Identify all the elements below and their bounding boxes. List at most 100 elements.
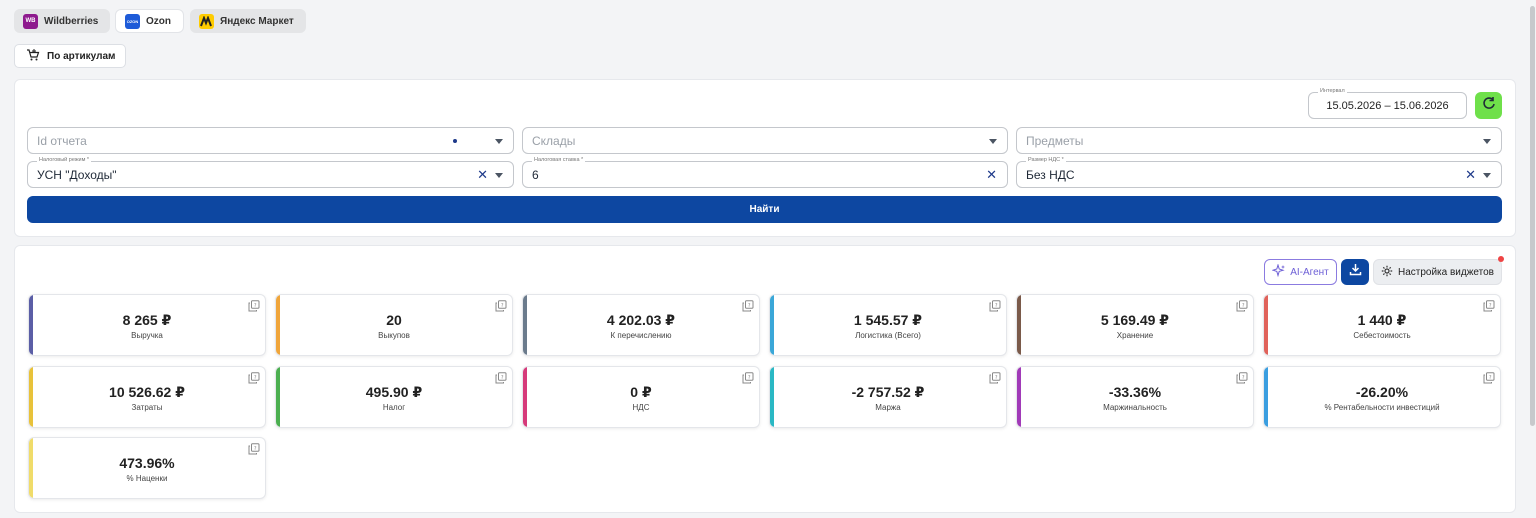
metric-label: Маржинальность bbox=[1103, 403, 1167, 412]
metric-value: 495.90 ₽ bbox=[365, 384, 423, 400]
svg-text:?: ? bbox=[501, 375, 504, 381]
loading-dot bbox=[453, 139, 457, 143]
report-id-placeholder: Id отчета bbox=[37, 133, 87, 148]
metric-tile-roi: -26.20% % Рентабельности инвестиций? bbox=[1263, 366, 1501, 428]
subjects-placeholder: Предметы bbox=[1026, 133, 1084, 148]
metric-value: 5 169.49 ₽ bbox=[1100, 312, 1170, 328]
metric-value: -26.20% bbox=[1355, 384, 1409, 400]
refresh-icon bbox=[1482, 96, 1496, 115]
copy-icon[interactable]: ? bbox=[248, 299, 260, 312]
chevron-down-icon[interactable] bbox=[1483, 139, 1491, 144]
refresh-button[interactable] bbox=[1475, 92, 1502, 119]
chevron-down-icon[interactable] bbox=[495, 139, 503, 144]
warehouses-placeholder: Склады bbox=[532, 133, 576, 148]
tax-rate-input[interactable]: Налоговая ставка * 6 ✕ bbox=[522, 157, 1008, 188]
articles-button[interactable]: По артикулам bbox=[14, 44, 126, 68]
ai-agent-button[interactable]: AI-Агент bbox=[1264, 259, 1337, 285]
interval-value: 15.05.2026 – 15.06.2026 bbox=[1326, 99, 1449, 112]
vat-size-value: Без НДС bbox=[1026, 167, 1075, 182]
copy-icon[interactable]: ? bbox=[989, 371, 1001, 384]
copy-icon[interactable]: ? bbox=[742, 371, 754, 384]
warehouses-select[interactable]: Склады bbox=[522, 127, 1008, 154]
tab-yandex-market[interactable]: Яндекс Маркет bbox=[190, 9, 306, 33]
svg-text:?: ? bbox=[748, 375, 751, 381]
chevron-down-icon[interactable] bbox=[495, 173, 503, 178]
metric-tile-cost-price: 1 440 ₽ Себестоимость? bbox=[1263, 294, 1501, 356]
copy-icon[interactable]: ? bbox=[1236, 371, 1248, 384]
metric-label: Себестоимость bbox=[1353, 331, 1411, 340]
metric-label: % Наценки bbox=[126, 474, 168, 483]
tab-wildberries[interactable]: WB Wildberries bbox=[14, 9, 110, 33]
tab-wildberries-label: Wildberries bbox=[44, 15, 99, 27]
clear-icon[interactable]: ✕ bbox=[1465, 167, 1476, 182]
sparkles-icon bbox=[1271, 262, 1286, 281]
widget-settings-button[interactable]: Настройка виджетов bbox=[1373, 259, 1502, 285]
svg-text:?: ? bbox=[254, 446, 257, 452]
copy-icon[interactable]: ? bbox=[248, 371, 260, 384]
copy-icon[interactable]: ? bbox=[248, 442, 260, 455]
chevron-down-icon[interactable] bbox=[1483, 173, 1491, 178]
gear-icon bbox=[1381, 265, 1393, 280]
tab-yandex-market-label: Яндекс Маркет bbox=[220, 15, 294, 27]
metric-tile-markup: 473.96% % Наценки? bbox=[28, 437, 266, 499]
metric-label: Выручка bbox=[131, 331, 163, 340]
metric-value: 20 bbox=[386, 312, 402, 328]
tax-rate-label: Налоговая ставка * bbox=[532, 157, 586, 164]
svg-text:?: ? bbox=[995, 303, 998, 309]
svg-text:?: ? bbox=[254, 375, 257, 381]
clear-icon[interactable]: ✕ bbox=[477, 167, 488, 182]
svg-text:?: ? bbox=[1242, 303, 1245, 309]
tab-ozon[interactable]: OZON Ozon bbox=[115, 9, 184, 33]
metric-value: 8 265 ₽ bbox=[122, 312, 172, 328]
page-scrollbar-thumb[interactable] bbox=[1530, 6, 1535, 426]
svg-text:?: ? bbox=[501, 303, 504, 309]
copy-icon[interactable]: ? bbox=[989, 299, 1001, 312]
copy-icon[interactable]: ? bbox=[1483, 299, 1495, 312]
copy-icon[interactable]: ? bbox=[742, 299, 754, 312]
metric-value: 1 440 ₽ bbox=[1357, 312, 1407, 328]
metric-tile-revenue: 8 265 ₽ Выручка? bbox=[28, 294, 266, 356]
metric-value: 10 526.62 ₽ bbox=[109, 384, 185, 400]
svg-text:?: ? bbox=[995, 375, 998, 381]
ozon-logo-icon: OZON bbox=[125, 13, 140, 29]
metric-value: -33.36% bbox=[1108, 384, 1162, 400]
metric-label: % Рентабельности инвестиций bbox=[1324, 403, 1440, 412]
copy-icon[interactable]: ? bbox=[1483, 371, 1495, 384]
metric-tile-buyouts: 20 Выкупов? bbox=[275, 294, 513, 356]
tab-ozon-label: Ozon bbox=[146, 15, 171, 27]
metric-value: 0 ₽ bbox=[630, 384, 652, 400]
metric-tile-expenses: 10 526.62 ₽ Затраты? bbox=[28, 366, 266, 428]
metric-label: Хранение bbox=[1116, 331, 1154, 340]
tax-rate-value: 6 bbox=[532, 167, 539, 182]
notification-dot bbox=[1498, 256, 1504, 262]
copy-icon[interactable]: ? bbox=[1236, 299, 1248, 312]
subjects-select[interactable]: Предметы bbox=[1016, 127, 1502, 154]
clear-icon[interactable]: ✕ bbox=[986, 167, 997, 182]
metric-value: 4 202.03 ₽ bbox=[606, 312, 676, 328]
metric-tile-vat: 0 ₽ НДС? bbox=[522, 366, 760, 428]
wildberries-logo-icon: WB bbox=[23, 13, 38, 29]
metric-label: Логистика (Всего) bbox=[855, 331, 921, 340]
tax-regime-value: УСН "Доходы" bbox=[37, 167, 117, 182]
download-button[interactable] bbox=[1341, 259, 1369, 285]
interval-label: Интервал bbox=[1318, 88, 1347, 95]
metric-label: Выкупов bbox=[378, 331, 410, 340]
yandex-market-logo-icon bbox=[199, 13, 214, 29]
tax-regime-select[interactable]: Налоговый режим * УСН "Доходы" ✕ bbox=[27, 157, 514, 188]
metric-label: Налог bbox=[382, 403, 406, 412]
find-button[interactable]: Найти bbox=[27, 196, 1502, 223]
chevron-down-icon[interactable] bbox=[989, 139, 997, 144]
metric-value: -2 757.52 ₽ bbox=[851, 384, 925, 400]
svg-text:?: ? bbox=[1242, 375, 1245, 381]
copy-icon[interactable]: ? bbox=[495, 371, 507, 384]
vat-size-select[interactable]: Размер НДС * Без НДС ✕ bbox=[1016, 157, 1502, 188]
tax-regime-label: Налоговый режим * bbox=[37, 157, 92, 164]
svg-text:?: ? bbox=[1489, 303, 1492, 309]
metric-tile-tax: 495.90 ₽ Налог? bbox=[275, 366, 513, 428]
svg-text:?: ? bbox=[748, 303, 751, 309]
interval-date-field[interactable]: Интервал 15.05.2026 – 15.06.2026 bbox=[1308, 88, 1467, 119]
widget-settings-label: Настройка виджетов bbox=[1397, 266, 1494, 278]
copy-icon[interactable]: ? bbox=[495, 299, 507, 312]
metric-tile-storage: 5 169.49 ₽ Хранение? bbox=[1016, 294, 1254, 356]
report-id-select[interactable]: Id отчета bbox=[27, 127, 514, 154]
